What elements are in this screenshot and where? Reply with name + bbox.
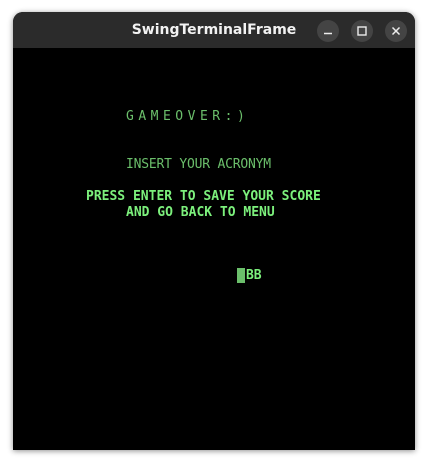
acronym-value: BB — [245, 268, 262, 283]
close-icon — [391, 26, 401, 36]
save-instruction-line1: PRESS ENTER TO SAVE YOUR SCORE — [86, 189, 321, 204]
title-bar[interactable]: SwingTerminalFrame — [13, 12, 415, 48]
text-cursor — [236, 268, 245, 283]
application-window: SwingTerminalFrame GAMEOVER:) INSERT YOU… — [13, 12, 415, 450]
terminal-screen[interactable]: GAMEOVER:) INSERT YOUR ACRONYM PRESS ENT… — [13, 48, 415, 450]
maximize-button[interactable] — [351, 20, 373, 42]
acronym-input[interactable]: BB — [190, 252, 262, 283]
save-instruction-line2: AND GO BACK TO MENU — [126, 205, 275, 220]
acronym-prompt: INSERT YOUR ACRONYM — [126, 157, 271, 172]
minimize-button[interactable] — [317, 20, 339, 42]
maximize-icon — [357, 26, 367, 36]
game-over-heading: GAMEOVER:) — [126, 109, 250, 124]
close-button[interactable] — [385, 20, 407, 42]
minimize-icon — [324, 32, 332, 35]
